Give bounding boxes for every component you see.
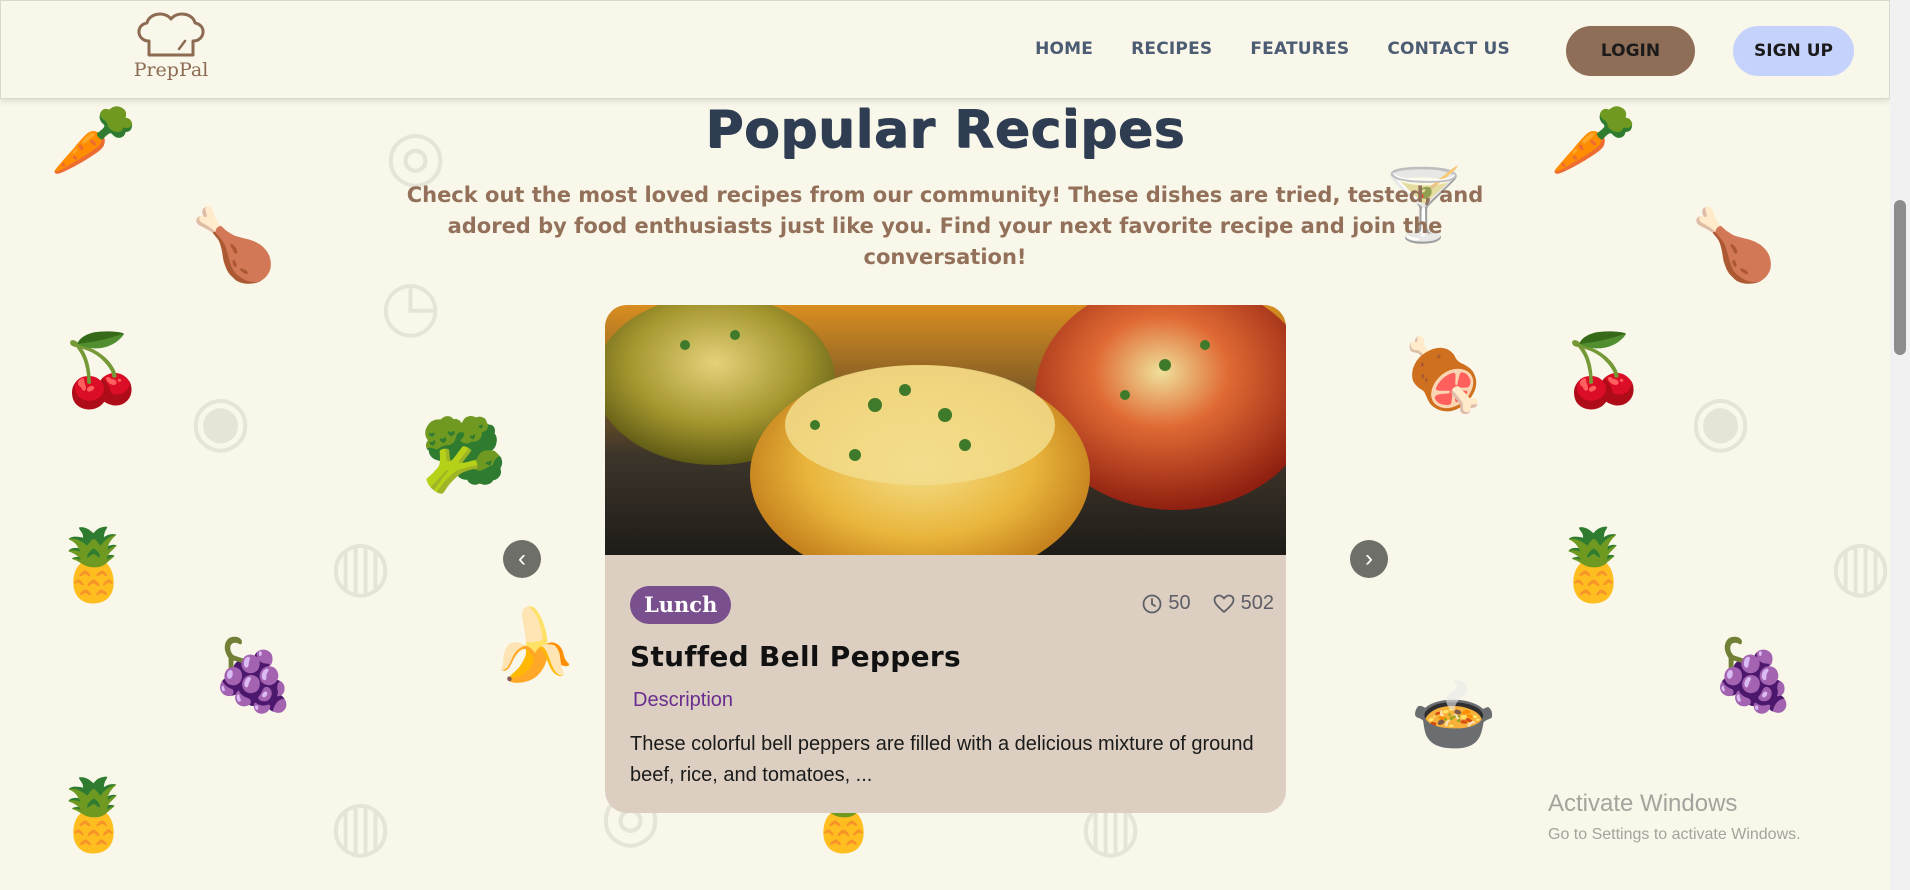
nav-features[interactable]: FEATURES [1250,39,1349,59]
page-scrollbar[interactable] [1890,0,1910,890]
recipe-description: These colorful bell peppers are filled w… [630,733,1254,786]
watermark-subtitle: Go to Settings to activate Windows. [1548,826,1801,843]
nav-contact-us[interactable]: CONTACT US [1387,39,1510,59]
description-label: Description [633,689,734,711]
top-navbar: PrepPal HOME RECIPES FEATURES CONTACT US… [0,0,1890,99]
cook-time-value: 50 [1168,592,1191,614]
logo-text: PrepPal [133,59,209,81]
section-subtitle: Check out the most loved recipes from ou… [406,183,1484,269]
clock-icon [1142,594,1162,613]
likes-count: 502 [1240,592,1274,614]
chevron-right-icon: › [1365,545,1373,572]
scrollbar-thumb[interactable] [1894,200,1906,355]
likes[interactable]: 502 [1213,592,1274,615]
carousel-next-button[interactable]: › [1350,540,1388,578]
login-button[interactable]: LOGIN [1566,26,1695,76]
windows-activation-watermark: Activate Windows Go to Settings to activ… [1548,790,1801,844]
carousel-prev-button[interactable]: ‹ [503,540,541,578]
section-title: Popular Recipes [705,100,1185,160]
recipe-image[interactable] [605,305,1286,555]
main-nav: HOME RECIPES FEATURES CONTACT US [1035,39,1510,59]
nav-recipes[interactable]: RECIPES [1131,39,1212,59]
recipe-card[interactable]: Lunch 50 502 Stuffed Bell Peppers Descri… [605,305,1286,813]
chevron-left-icon: ‹ [518,545,526,572]
watermark-title: Activate Windows [1548,790,1738,817]
recipe-meta: 50 502 [1142,592,1274,615]
preppal-logo[interactable]: PrepPal [131,11,211,85]
recipe-title[interactable]: Stuffed Bell Peppers [630,640,961,673]
nav-home[interactable]: HOME [1035,39,1093,59]
heart-icon[interactable] [1213,594,1235,614]
signup-button[interactable]: SIGN UP [1733,26,1854,76]
category-tag: Lunch [630,586,732,624]
chef-hat-icon [137,12,205,57]
cook-time: 50 [1142,592,1191,615]
